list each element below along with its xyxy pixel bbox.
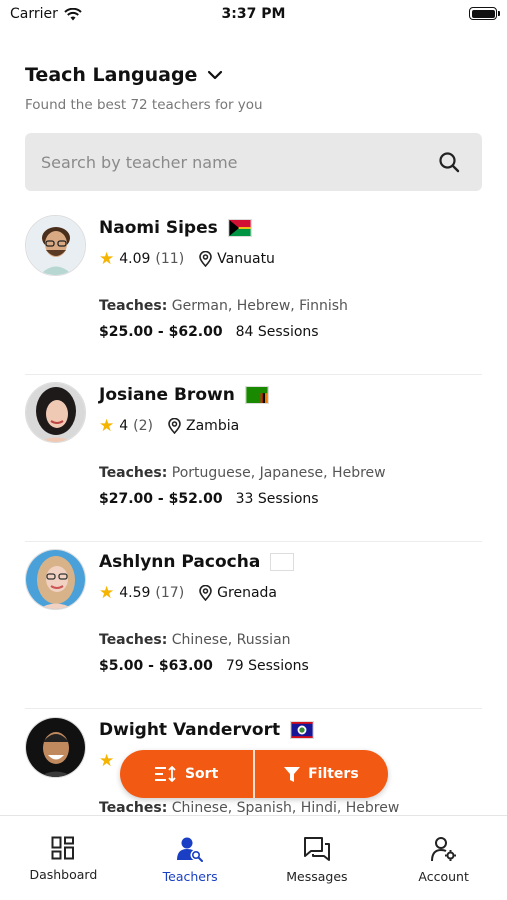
teaches-row: Teaches: German, Hebrew, Finnish xyxy=(99,298,348,314)
teacher-name-row: Naomi Sipes xyxy=(99,218,252,238)
teacher-name: Naomi Sipes xyxy=(99,218,218,238)
chevron-down-icon[interactable] xyxy=(207,70,223,80)
price-row: $25.00 - $62.00 84 Sessions xyxy=(99,324,319,340)
star-icon: ★ xyxy=(99,751,115,771)
sort-button[interactable]: Sort xyxy=(120,750,253,798)
dashboard-icon xyxy=(51,836,75,860)
search-bar[interactable] xyxy=(25,133,482,191)
results-subtitle: Found the best 72 teachers for you xyxy=(25,97,263,113)
teaches-row: Teaches: Portuguese, Japanese, Hebrew xyxy=(99,465,386,481)
filters-label: Filters xyxy=(308,766,359,782)
review-count: (11) xyxy=(155,251,185,267)
sort-label: Sort xyxy=(184,766,219,782)
location: Zambia xyxy=(168,418,239,434)
teachers-icon xyxy=(177,837,204,862)
location-pin-icon xyxy=(199,251,212,267)
bottom-tab-bar: Dashboard Teachers Messages Account xyxy=(0,815,507,900)
teacher-name-row: Ashlynn Pacocha xyxy=(99,552,295,572)
language-selector[interactable]: Teach Language xyxy=(25,64,263,86)
session-count: 33 Sessions xyxy=(235,491,319,507)
status-bar: Carrier 3:37 PM xyxy=(0,0,507,30)
messages-icon xyxy=(303,837,330,861)
star-icon: ★ xyxy=(99,416,115,436)
avatar xyxy=(25,717,86,778)
tab-label: Messages xyxy=(286,869,348,884)
location-label: Zambia xyxy=(186,418,240,434)
search-icon[interactable] xyxy=(438,151,460,173)
location-pin-icon xyxy=(168,418,181,434)
teaches-languages: German, Hebrew, Finnish xyxy=(171,298,348,314)
belize-flag-icon xyxy=(290,721,315,739)
teaches-languages: Chinese, Russian xyxy=(171,632,291,648)
page-header: Teach Language Found the best 72 teacher… xyxy=(25,64,263,113)
tab-messages[interactable]: Messages xyxy=(254,816,381,900)
location-pin-icon xyxy=(199,585,212,601)
teaches-languages: Chinese, Spanish, Hindi, Hebrew xyxy=(171,800,400,815)
teacher-card[interactable]: Naomi Sipes ★ 4.09 (11) Vanuatu Teaches:… xyxy=(25,215,482,375)
location: Vanuatu xyxy=(199,251,275,267)
teacher-name: Ashlynn Pacocha xyxy=(99,552,261,572)
teaches-languages: Portuguese, Japanese, Hebrew xyxy=(171,465,386,481)
divider xyxy=(25,541,482,542)
divider xyxy=(25,374,482,375)
divider xyxy=(253,750,255,798)
teacher-name: Dwight Vandervort xyxy=(99,720,281,740)
teaches-label: Teaches: xyxy=(99,298,168,314)
tab-account[interactable]: Account xyxy=(380,816,507,900)
tab-dashboard[interactable]: Dashboard xyxy=(0,816,127,900)
rating-value: 4.59 xyxy=(119,585,151,601)
tab-label: Dashboard xyxy=(29,867,98,882)
price-row: $27.00 - $52.00 33 Sessions xyxy=(99,491,319,507)
filters-button[interactable]: Filters xyxy=(255,750,388,798)
sort-filter-bar: Sort Filters xyxy=(120,750,388,798)
rating-row: ★ 4 (2) Zambia xyxy=(99,416,239,436)
teaches-row: Teaches: Chinese, Spanish, Hindi, Hebrew xyxy=(99,800,399,815)
star-icon: ★ xyxy=(99,249,115,269)
battery-icon xyxy=(469,7,500,20)
filter-icon xyxy=(284,766,301,782)
price-range: $25.00 - $62.00 xyxy=(99,324,223,340)
review-count: (17) xyxy=(155,585,185,601)
teaches-label: Teaches: xyxy=(99,800,168,815)
avatar xyxy=(25,382,86,443)
session-count: 79 Sessions xyxy=(225,658,309,674)
teaches-label: Teaches: xyxy=(99,465,168,481)
rating-row: ★ 4.59 (17) Grenada xyxy=(99,583,277,603)
teacher-name-row: Dwight Vandervort xyxy=(99,720,315,740)
rating-row: ★ xyxy=(99,751,114,771)
tab-teachers[interactable]: Teachers xyxy=(127,816,254,900)
teaches-row: Teaches: Chinese, Russian xyxy=(99,632,291,648)
account-icon xyxy=(430,837,456,862)
location: Grenada xyxy=(199,585,277,601)
vanuatu-flag-icon xyxy=(227,219,252,237)
price-range: $5.00 - $63.00 xyxy=(99,658,213,674)
tab-label: Account xyxy=(418,869,469,884)
price-row: $5.00 - $63.00 79 Sessions xyxy=(99,658,309,674)
price-range: $27.00 - $52.00 xyxy=(99,491,223,507)
avatar xyxy=(25,549,86,610)
avatar xyxy=(25,215,86,276)
page-title: Teach Language xyxy=(25,64,198,86)
location-label: Grenada xyxy=(217,585,277,601)
star-icon: ★ xyxy=(99,583,115,603)
review-count: (2) xyxy=(133,418,154,434)
teacher-name-row: Josiane Brown xyxy=(99,385,269,405)
flag-icon xyxy=(270,553,295,571)
rating-value: 4.09 xyxy=(119,251,151,267)
divider xyxy=(25,708,482,709)
search-input[interactable] xyxy=(25,133,425,191)
teaches-label: Teaches: xyxy=(99,632,168,648)
tab-label: Teachers xyxy=(162,869,218,884)
teacher-card[interactable]: Josiane Brown ★ 4 (2) Zambia Teaches: Po… xyxy=(25,382,482,542)
session-count: 84 Sessions xyxy=(235,324,319,340)
teacher-name: Josiane Brown xyxy=(99,385,235,405)
zambia-flag-icon xyxy=(244,386,269,404)
location-label: Vanuatu xyxy=(217,251,275,267)
teacher-card[interactable]: Ashlynn Pacocha ★ 4.59 (17) Grenada Teac… xyxy=(25,549,482,709)
status-time: 3:37 PM xyxy=(221,6,286,22)
rating-row: ★ 4.09 (11) Vanuatu xyxy=(99,249,275,269)
rating-value: 4 xyxy=(119,418,129,434)
sort-icon xyxy=(154,766,176,782)
